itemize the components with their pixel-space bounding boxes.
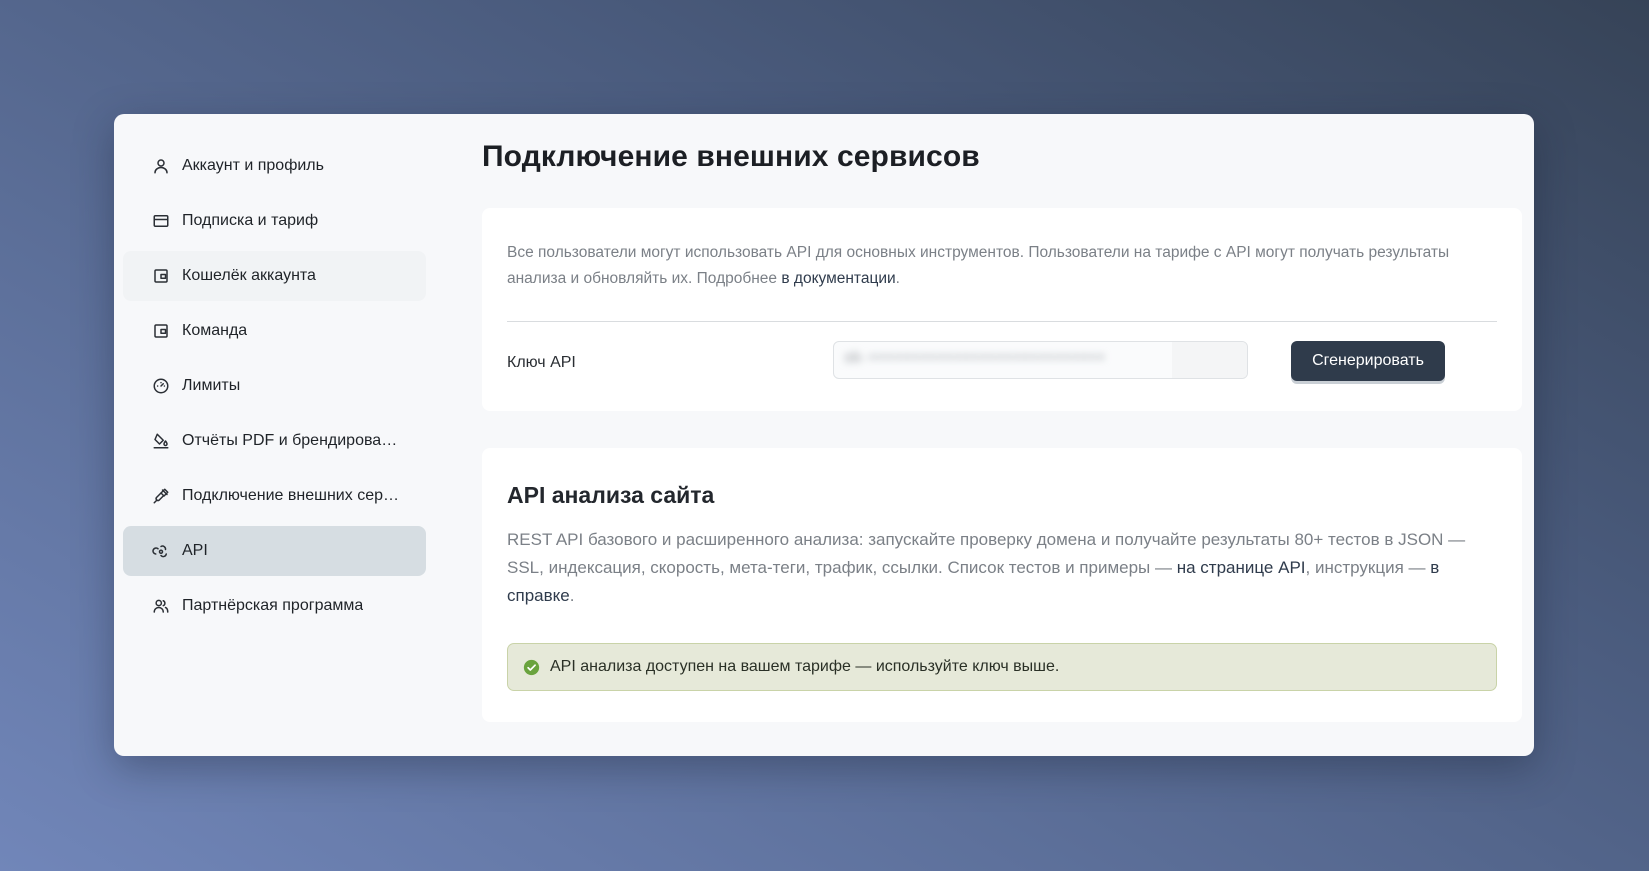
api-page-link[interactable]: на странице API (1177, 558, 1306, 577)
plug-icon (152, 487, 170, 505)
sidebar-item-label: Лимиты (182, 377, 241, 394)
section-description: REST API базового и расширенного анализа… (507, 530, 1466, 605)
api-key-card: Все пользователи могут использовать API … (482, 208, 1522, 411)
api-intro-text: Все пользователи могут использовать API … (507, 244, 1450, 287)
sidebar-item-account[interactable]: Аккаунт и профиль (123, 141, 426, 191)
docs-link[interactable]: в документации (781, 270, 895, 287)
users-icon (152, 597, 170, 615)
sidebar-item-wallet[interactable]: Кошелёк аккаунта (123, 251, 426, 301)
api-webhook-icon (152, 542, 170, 560)
check-circle-icon (523, 659, 540, 676)
api-key-field[interactable]: sk-•••••••••••••••••••••••••••• (833, 341, 1248, 379)
wallet-icon (152, 267, 170, 285)
section-title: API анализа сайта (507, 482, 715, 508)
gauge-icon (152, 377, 170, 395)
sidebar-item-subscription[interactable]: Подписка и тариф (123, 196, 426, 246)
wallet-icon (152, 322, 170, 340)
sidebar-item-integrations[interactable]: Подключение внешних сер… (123, 471, 426, 521)
user-icon (152, 157, 170, 175)
site-analysis-api-card: API анализа сайта REST API базового и ра… (482, 448, 1522, 722)
sidebar-item-label: Подписка и тариф (182, 212, 319, 229)
api-key-value: sk-•••••••••••••••••••••••••••• (844, 350, 1106, 366)
sidebar-item-limits[interactable]: Лимиты (123, 361, 426, 411)
sidebar-item-label: Команда (182, 322, 248, 339)
sidebar-item-label: Аккаунт и профиль (182, 157, 324, 174)
sidebar-item-label: Кошелёк аккаунта (182, 267, 316, 284)
api-key-label: Ключ API (507, 354, 576, 371)
page-title: Подключение внешних сервисов (482, 140, 980, 173)
settings-sidebar: Аккаунт и профиль Подписка и тариф Кошел… (123, 141, 426, 636)
sidebar-item-team[interactable]: Команда (123, 306, 426, 356)
sidebar-item-reports[interactable]: Отчёты PDF и брендирова… (123, 416, 426, 466)
settings-window: Аккаунт и профиль Подписка и тариф Кошел… (114, 114, 1534, 756)
sidebar-item-label: Партнёрская программа (182, 597, 364, 614)
paint-bucket-icon (152, 432, 170, 450)
sidebar-item-api[interactable]: API (123, 526, 426, 576)
credit-card-icon (152, 212, 170, 230)
sidebar-item-label: API (182, 542, 208, 559)
sidebar-item-label: Подключение внешних сер… (182, 487, 399, 504)
generate-button[interactable]: Сгенерировать (1291, 341, 1445, 381)
alert-text: API анализа доступен на вашем тарифе — и… (550, 658, 1060, 675)
divider (507, 321, 1497, 322)
sidebar-item-affiliate[interactable]: Партнёрская программа (123, 581, 426, 631)
success-alert: API анализа доступен на вашем тарифе — и… (507, 643, 1497, 691)
sidebar-item-label: Отчёты PDF и брендирова… (182, 432, 398, 449)
api-key-fade (1172, 342, 1247, 378)
